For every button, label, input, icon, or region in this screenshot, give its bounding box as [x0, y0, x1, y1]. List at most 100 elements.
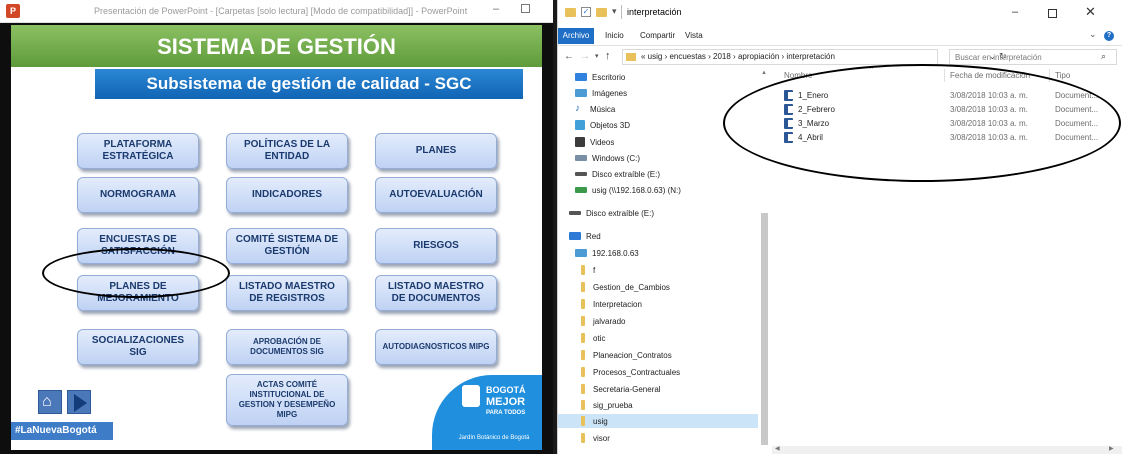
slide: SISTEMA DE GESTIÓN Subsistema de gestión…: [11, 25, 542, 450]
normograma-button[interactable]: NORMOGRAMA: [77, 177, 199, 213]
nav-item-label: Imágenes: [592, 88, 628, 98]
search-input[interactable]: Buscar en interpretación ⌕: [949, 49, 1117, 65]
usb-drive-icon: [569, 211, 581, 215]
tab-archivo[interactable]: Archivo: [558, 28, 594, 44]
highlight-ellipse-slide: [42, 248, 230, 298]
plataforma-estrategica-button[interactable]: PLATAFORMA ESTRATÉGICA: [77, 133, 199, 169]
help-icon[interactable]: ?: [1104, 31, 1114, 41]
nav-item-videos[interactable]: Videos: [575, 135, 614, 149]
address-bar[interactable]: « usig › encuestas › 2018 › apropiación …: [622, 49, 1007, 65]
horizontal-scrollbar[interactable]: ◀ ▶: [772, 446, 1122, 454]
bogota-logo: BOGOTÁ MEJOR PARA TODOS Jardín Botánico …: [432, 375, 542, 450]
objects-3d-icon: [575, 120, 585, 130]
videos-icon: [575, 137, 585, 147]
nav-item-usig[interactable]: usig: [558, 414, 758, 428]
nav-item-imagenes[interactable]: Imágenes: [575, 86, 627, 100]
folder-icon: [565, 8, 576, 17]
home-button[interactable]: ⌂: [38, 390, 62, 414]
nav-item-label: jalvarado: [593, 316, 626, 326]
nav-item-label: Objetos 3D: [590, 120, 631, 130]
nav-item-interpretacion[interactable]: Interpretacion: [578, 297, 642, 311]
computer-icon: [575, 249, 587, 257]
nav-item-label: visor: [593, 433, 610, 443]
tab-inicio[interactable]: Inicio: [605, 31, 624, 40]
forward-arrow-icon[interactable]: →: [580, 51, 590, 62]
nav-item-otic[interactable]: otic: [578, 331, 605, 345]
up-arrow-icon[interactable]: ↑: [605, 50, 611, 62]
folder-icon: [581, 400, 585, 410]
bogota-logo-footer: Jardín Botánico de Bogotá: [458, 435, 530, 441]
comite-sistema-gestion-button[interactable]: COMITÉ SISTEMA DE GESTIÓN: [226, 228, 348, 264]
tab-vista[interactable]: Vista: [685, 31, 703, 40]
properties-icon[interactable]: ✓: [581, 7, 591, 17]
address-row: ← → ▾ ↑ « usig › encuestas › 2018 › apro…: [558, 46, 1122, 68]
indicadores-button[interactable]: INDICADORES: [226, 177, 348, 213]
nav-item-computer[interactable]: 192.168.0.63: [575, 246, 639, 260]
nav-item-label: Escritorio: [592, 72, 626, 82]
hashtag-text: #LaNuevaBogotá: [15, 425, 97, 436]
highlight-ellipse-files: [723, 64, 1121, 182]
quick-access-dropdown-icon[interactable]: ▾: [612, 6, 617, 17]
nav-item-windows-c[interactable]: Windows (C:): [575, 151, 640, 165]
maximize-icon[interactable]: [521, 4, 530, 13]
nav-item-folder-f[interactable]: f: [578, 263, 595, 277]
next-slide-button[interactable]: [67, 390, 91, 414]
nav-item-objetos-3d[interactable]: Objetos 3D: [575, 118, 630, 132]
nav-item-planeacion-contratos[interactable]: Planeacion_Contratos: [578, 348, 672, 362]
folder-icon: [581, 367, 585, 377]
socializaciones-sig-button[interactable]: SOCIALIZACIONES SIG: [77, 329, 199, 365]
nav-item-disco-extraible[interactable]: Disco extraíble (E:): [575, 167, 660, 181]
network-drive-icon: [575, 187, 587, 193]
minimize-icon[interactable]: –: [493, 3, 499, 15]
navigation-pane-scrollbar[interactable]: [761, 213, 768, 445]
nav-item-usig-network-drive[interactable]: usig (\\192.168.0.63) (N:): [575, 183, 681, 197]
politicas-entidad-button[interactable]: POLÍTICAS DE LA ENTIDAD: [226, 133, 348, 169]
bogota-logo-line1: BOGOTÁ: [486, 385, 526, 395]
search-icon[interactable]: ⌕: [1101, 51, 1106, 62]
folder-icon: [581, 333, 585, 343]
autodiagnosticos-mipg-button[interactable]: AUTODIAGNOSTICOS MIPG: [375, 329, 497, 365]
close-icon[interactable]: ✕: [1085, 4, 1096, 20]
autoevaluacion-button[interactable]: AUTOEVALUACIÓN: [375, 177, 497, 213]
nav-item-musica[interactable]: ♪ Música: [575, 102, 615, 116]
back-arrow-icon[interactable]: ←: [564, 51, 574, 62]
slide-header: SISTEMA DE GESTIÓN: [11, 25, 542, 67]
nav-item-disco-extraible-root[interactable]: Disco extraíble (E:): [569, 206, 654, 220]
maximize-icon[interactable]: [1048, 9, 1057, 18]
scroll-left-icon[interactable]: ◀: [775, 445, 780, 452]
scroll-up-icon[interactable]: ▲: [761, 70, 767, 76]
nav-item-secretaria-general[interactable]: Secretaria-General: [578, 382, 661, 396]
nav-item-label: sig_prueba: [593, 400, 633, 410]
scroll-right-icon[interactable]: ▶: [1109, 445, 1114, 452]
new-folder-icon[interactable]: [596, 8, 607, 17]
listado-maestro-registros-button[interactable]: LISTADO MAESTRO DE REGISTROS: [226, 275, 348, 311]
nav-item-jalvarado[interactable]: jalvarado: [578, 314, 625, 328]
search-placeholder: Buscar en interpretación: [955, 53, 1042, 62]
hashtag-banner: #LaNuevaBogotá: [11, 422, 113, 440]
slide-subtitle: Subsistema de gestión de calidad - SGC: [146, 74, 472, 93]
music-icon: ♪: [575, 103, 580, 114]
play-icon: [74, 394, 87, 412]
listado-maestro-documentos-button[interactable]: LISTADO MAESTRO DE DOCUMENTOS: [375, 275, 497, 311]
expand-ribbon-icon[interactable]: ⌄: [1089, 29, 1097, 40]
planes-button[interactable]: PLANES: [375, 133, 497, 169]
nav-item-procesos-contractuales[interactable]: Procesos_Contractuales: [578, 365, 680, 379]
aprobacion-documentos-sig-button[interactable]: APROBACIÓN DE DOCUMENTOS SIG: [226, 329, 348, 365]
nav-item-label: Música: [590, 104, 616, 114]
tab-compartir[interactable]: Compartir: [640, 31, 675, 40]
actas-comite-institucional-button[interactable]: ACTAS COMITÉ INSTITUCIONAL DE GESTION Y …: [226, 374, 348, 426]
recent-locations-icon[interactable]: ▾: [595, 52, 599, 60]
nav-item-red[interactable]: Red: [569, 229, 601, 243]
nav-item-label: Interpretacion: [593, 299, 642, 309]
nav-item-visor[interactable]: visor: [578, 431, 610, 445]
nav-item-gestion-de-cambios[interactable]: Gestion_de_Cambios: [578, 280, 670, 294]
folder-icon: [581, 433, 585, 443]
breadcrumb[interactable]: « usig › encuestas › 2018 › apropiación …: [641, 52, 835, 61]
nav-item-escritorio[interactable]: Escritorio: [575, 70, 625, 84]
riesgos-button[interactable]: RIESGOS: [375, 228, 497, 264]
nav-item-sig-prueba[interactable]: sig_prueba: [578, 398, 633, 412]
nav-item-label: 192.168.0.63: [592, 248, 639, 258]
column-header-type[interactable]: Tipo: [1055, 71, 1070, 80]
powerpoint-window-title: Presentación de PowerPoint - [Carpetas […: [94, 6, 468, 16]
minimize-icon[interactable]: –: [1012, 6, 1018, 18]
